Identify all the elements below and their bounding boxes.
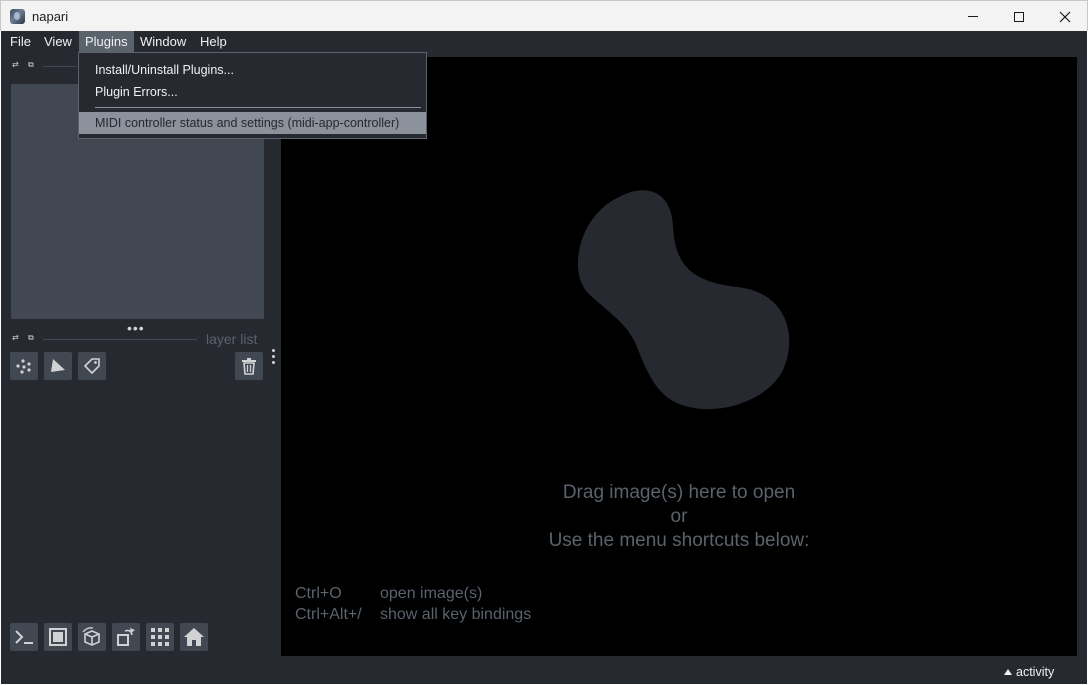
console-icon — [15, 630, 33, 644]
console-button[interactable] — [10, 623, 38, 651]
title-bar: napari — [0, 0, 1088, 31]
shortcut-key-open: Ctrl+O — [295, 585, 342, 602]
layer-list-title: layer list — [206, 331, 258, 347]
home-button[interactable] — [180, 623, 208, 651]
delete-layer-icon — [242, 358, 256, 375]
layer-list-title-line — [43, 339, 197, 340]
new-points-layer-icon — [16, 359, 31, 374]
new-labels-layer-button[interactable] — [78, 352, 106, 380]
canvas-scrollbar[interactable] — [1080, 57, 1086, 656]
layer-list-close-icon[interactable]: ⧉ — [28, 334, 36, 342]
dock-float-icon[interactable]: ⇄ — [12, 61, 20, 69]
chevron-up-icon — [1004, 669, 1012, 675]
viewer-canvas[interactable]: Drag image(s) here to open or Use the me… — [281, 57, 1077, 656]
close-button[interactable] — [1042, 1, 1088, 32]
welcome-shortcuts-text: Use the menu shortcuts below: — [548, 530, 810, 551]
welcome-drag-text: Drag image(s) here to open — [562, 482, 796, 503]
napari-main-window: File View Plugins Window Help Install/Un… — [1, 31, 1087, 684]
new-labels-layer-icon — [83, 358, 100, 375]
minimize-button[interactable] — [950, 1, 996, 32]
grid-view-button[interactable] — [146, 623, 174, 651]
splitter-handle[interactable]: ••• — [127, 320, 145, 336]
home-icon — [184, 628, 204, 646]
close-icon — [1059, 11, 1071, 22]
new-shapes-layer-icon — [51, 359, 65, 372]
transpose-button[interactable] — [112, 623, 140, 651]
maximize-icon — [1014, 11, 1024, 22]
new-shapes-layer-button[interactable] — [44, 352, 72, 380]
ndisplay-button[interactable] — [44, 623, 72, 651]
menu-window[interactable]: Window — [134, 31, 192, 53]
menu-separator — [95, 107, 421, 108]
minimize-icon — [968, 16, 978, 17]
new-points-layer-button[interactable] — [10, 352, 38, 380]
delete-layer-button[interactable] — [235, 352, 263, 380]
ndisplay-2d-icon — [49, 628, 67, 646]
status-bar: activity — [1, 659, 1087, 684]
menu-view[interactable]: View — [38, 31, 78, 53]
napari-logo-icon — [577, 190, 790, 410]
activity-label: activity — [1016, 665, 1055, 679]
dock-title-line — [43, 66, 77, 67]
roll-dims-button[interactable] — [78, 623, 106, 651]
plugins-dropdown-menu: Install/Uninstall Plugins... Plugin Erro… — [78, 52, 427, 139]
activity-button[interactable]: activity — [1004, 665, 1054, 679]
menu-help[interactable]: Help — [194, 31, 233, 53]
napari-app-icon — [10, 9, 25, 24]
menu-file[interactable]: File — [4, 31, 37, 53]
menu-plugins[interactable]: Plugins — [79, 31, 134, 53]
window-title: napari — [32, 9, 69, 24]
panel-splitter-handle[interactable] — [272, 349, 276, 367]
roll-dims-icon — [82, 627, 100, 646]
shortcut-key-bindings: Ctrl+Alt+/ — [295, 606, 362, 623]
menu-bar: File View Plugins Window Help — [1, 31, 1087, 53]
maximize-button[interactable] — [996, 1, 1042, 32]
grid-icon — [151, 628, 169, 646]
menu-item-midi-controller[interactable]: MIDI controller status and settings (mid… — [79, 112, 426, 134]
transpose-icon — [117, 628, 135, 646]
menu-item-install-plugins[interactable]: Install/Uninstall Plugins... — [79, 59, 426, 81]
layer-list-float-icon[interactable]: ⇄ — [12, 334, 20, 342]
shortcut-desc-open: open image(s) — [380, 585, 483, 602]
dock-close-icon[interactable]: ⧉ — [28, 61, 36, 69]
menu-item-plugin-errors[interactable]: Plugin Errors... — [79, 81, 426, 103]
welcome-or-text: or — [670, 506, 688, 527]
shortcut-desc-bindings: show all key bindings — [380, 606, 532, 623]
